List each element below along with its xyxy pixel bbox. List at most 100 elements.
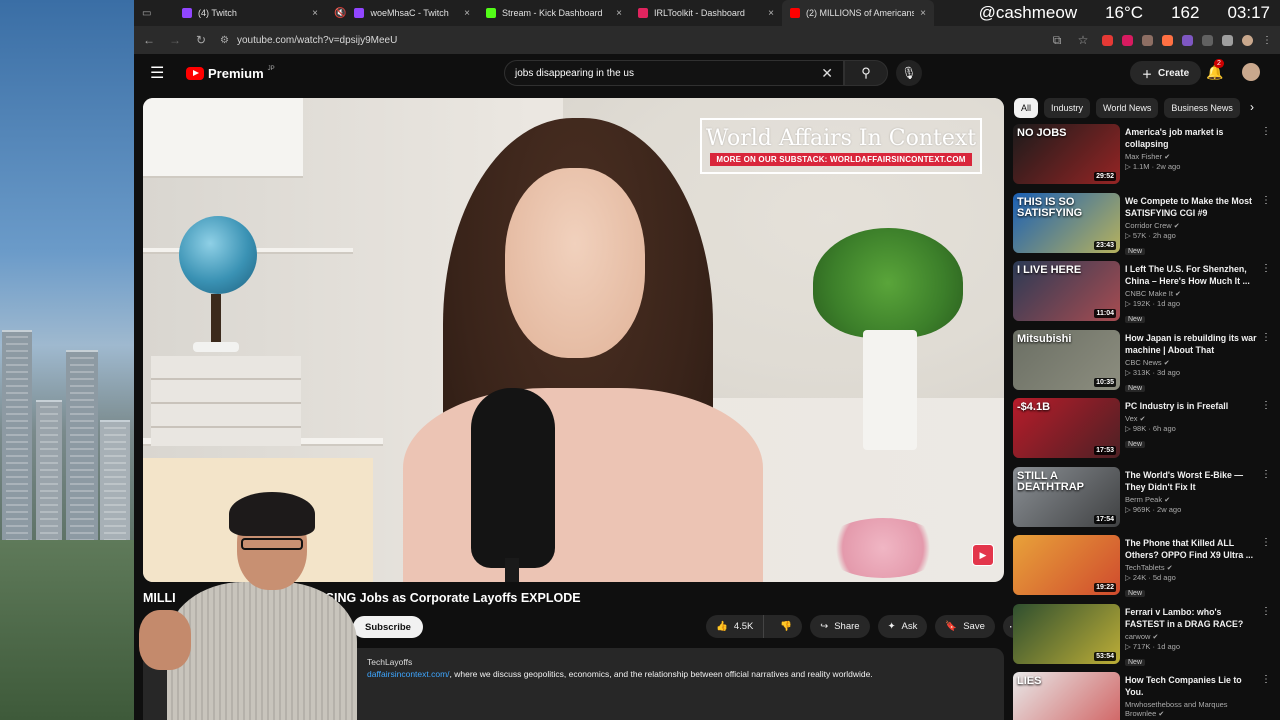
chip-all[interactable]: All	[1014, 98, 1039, 118]
tab-kick-dashboard[interactable]: Stream - Kick Dashboard ×	[478, 0, 630, 26]
close-tab-icon[interactable]: ×	[920, 8, 926, 19]
more-options-icon[interactable]: ⋮	[1261, 332, 1271, 343]
channel-name[interactable]: carwow ✔	[1125, 632, 1257, 641]
duration-badge: 17:54	[1094, 514, 1116, 524]
related-video-item[interactable]: -$4.1B 17:53 PC Industry is in Freefall Vex…	[1013, 398, 1275, 467]
related-video-item[interactable]: NO JOBS 29:52 America's job market is coll…	[1013, 124, 1275, 193]
extension-icon[interactable]	[1142, 34, 1153, 46]
hamburger-menu-icon[interactable]: ☰	[150, 63, 174, 83]
related-video-item[interactable]: 53:54 Ferrari v Lambo: who's FASTEST in a…	[1013, 603, 1275, 673]
cast-icon[interactable]: ⧉	[1050, 33, 1064, 48]
tab-overview-button[interactable]: ▭	[134, 0, 174, 26]
channel-name[interactable]: Corridor Crew ✔	[1125, 221, 1257, 230]
video-thumbnail[interactable]: 19:22	[1013, 535, 1120, 595]
video-thumbnail[interactable]: Mitsubishi 10:35	[1013, 329, 1120, 390]
chip-world-news[interactable]: World News	[1096, 98, 1159, 118]
host-face	[505, 168, 645, 358]
related-title[interactable]: PC Industry is in Freefall	[1125, 400, 1257, 412]
tab-twitch-channel[interactable]: 🔇 woeMhsaC - Twitch ×	[326, 0, 478, 26]
related-video-item[interactable]: STILL A DEATHTRAP 17:54 The World's Worst …	[1013, 466, 1275, 536]
tab-title: (4) Twitch	[198, 8, 237, 18]
close-tab-icon[interactable]: ×	[768, 8, 774, 19]
related-title[interactable]: We Compete to Make the Most SATISFYING C…	[1125, 195, 1257, 219]
profile-icon[interactable]	[1242, 34, 1253, 46]
related-title[interactable]: I Left The U.S. For Shenzhen, China – He…	[1125, 263, 1257, 287]
puzzle-icon[interactable]	[1202, 34, 1213, 46]
share-button[interactable]: ↪ Share	[810, 615, 870, 638]
extension-icon[interactable]	[1162, 34, 1173, 46]
more-options-icon[interactable]: ⋮	[1261, 606, 1271, 617]
play-icon: ▷	[1125, 641, 1131, 651]
video-thumbnail[interactable]: THIS IS SO SATISFYING 23:43	[1013, 192, 1120, 253]
tab-youtube-active[interactable]: (2) MILLIONS of Americans A... ×	[782, 0, 934, 26]
extension-icon[interactable]	[1182, 34, 1193, 46]
dislike-button[interactable]: 👎	[770, 615, 802, 638]
related-title[interactable]: The Phone that Killed ALL Others? OPPO F…	[1125, 537, 1257, 561]
related-title[interactable]: America's job market is collapsing	[1125, 126, 1257, 150]
tab-twitch[interactable]: (4) Twitch ×	[174, 0, 326, 26]
extension-icon[interactable]	[1102, 34, 1113, 46]
tab-irltoolkit[interactable]: IRLToolkit - Dashboard ×	[630, 0, 782, 26]
channel-name[interactable]: Max Fisher ✔	[1125, 152, 1257, 161]
thumbnail-caption: LIES	[1017, 675, 1042, 687]
url-field[interactable]: ⚙ youtube.com/watch?v=dpsijy9MeeU	[220, 35, 1038, 46]
chip-industry[interactable]: Industry	[1044, 98, 1091, 118]
channel-name[interactable]: TechTablets ✔	[1125, 563, 1257, 572]
related-video-item[interactable]: 19:22 The Phone that Killed ALL Others? O…	[1013, 535, 1275, 604]
channel-name[interactable]: Mrwhosetheboss and Marques Brownlee ✔	[1125, 700, 1257, 718]
clear-search-icon[interactable]: ✕	[821, 65, 833, 82]
site-info-icon[interactable]: ⚙	[220, 35, 229, 46]
video-thumbnail[interactable]: I LIVE HERE 11:04	[1013, 261, 1120, 321]
video-thumbnail[interactable]: -$4.1B 17:53	[1013, 398, 1120, 458]
video-thumbnail[interactable]: STILL A DEATHTRAP 17:54	[1013, 466, 1120, 527]
like-button[interactable]: 👍 4.5K	[706, 615, 765, 638]
media-icon[interactable]	[1222, 34, 1233, 46]
related-title[interactable]: How Japan is rebuilding its war machine …	[1125, 332, 1257, 356]
chevron-right-icon[interactable]: ›	[1250, 100, 1254, 114]
more-options-icon[interactable]: ⋮	[1261, 674, 1271, 685]
save-button[interactable]: 🔖 Save	[935, 615, 995, 638]
mute-icon[interactable]: 🔇	[334, 8, 346, 19]
search-button[interactable]: ⚲	[844, 60, 888, 86]
chip-business-news[interactable]: Business News	[1164, 98, 1240, 118]
search-input[interactable]: jobs disappearing in the us ✕	[504, 60, 844, 86]
more-options-icon[interactable]: ⋮	[1261, 469, 1271, 480]
more-options-icon[interactable]: ⋮	[1261, 263, 1271, 274]
bookmark-star-icon[interactable]: ☆	[1076, 33, 1090, 47]
related-title[interactable]: Ferrari v Lambo: who's FASTEST in a DRAG…	[1125, 606, 1257, 630]
back-icon[interactable]: ←	[142, 33, 156, 47]
extension-icon[interactable]	[1122, 34, 1133, 46]
reload-icon[interactable]: ↻	[194, 33, 208, 47]
youtube-premium-logo[interactable]: Premium JP	[186, 66, 275, 81]
notifications-button[interactable]: 🔔 2	[1206, 59, 1224, 81]
related-video-item[interactable]: THIS IS SO SATISFYING 23:43 We Compete to …	[1013, 192, 1275, 262]
more-options-icon[interactable]: ⋮	[1261, 400, 1271, 411]
channel-watermark-icon[interactable]: ▶	[972, 544, 994, 566]
tab-list-icon: ▭	[142, 7, 152, 19]
menu-icon[interactable]: ⋮	[1262, 35, 1272, 46]
more-options-icon[interactable]: ⋮	[1261, 195, 1271, 206]
close-tab-icon[interactable]: ×	[464, 8, 470, 19]
channel-name[interactable]: CNBC Make It ✔	[1125, 289, 1257, 298]
related-title[interactable]: How Tech Companies Lie to You.	[1125, 674, 1257, 698]
close-tab-icon[interactable]: ×	[312, 8, 318, 19]
channel-name[interactable]: Vex ✔	[1125, 414, 1257, 423]
related-video-item[interactable]: Mitsubishi 10:35 How Japan is rebuilding i…	[1013, 329, 1275, 399]
brand-subtitle: MORE ON OUR SUBSTACK: WORLDAFFAIRSINCONT…	[710, 153, 972, 166]
voice-search-button[interactable]: 🎙	[896, 60, 922, 86]
channel-name[interactable]: CBC News ✔	[1125, 358, 1257, 367]
avatar[interactable]	[1242, 63, 1260, 81]
more-options-icon[interactable]: ⋮	[1261, 126, 1271, 137]
forward-icon[interactable]: →	[168, 33, 182, 47]
video-thumbnail[interactable]: NO JOBS 29:52	[1013, 124, 1120, 184]
video-thumbnail[interactable]: LIES24:47	[1013, 672, 1120, 720]
close-tab-icon[interactable]: ×	[616, 8, 622, 19]
channel-name[interactable]: Berm Peak ✔	[1125, 495, 1257, 504]
related-video-item[interactable]: LIES24:47How Tech Companies Lie to You. M…	[1013, 672, 1275, 720]
related-video-item[interactable]: I LIVE HERE 11:04 I Left The U.S. For Shen…	[1013, 261, 1275, 330]
ask-button[interactable]: ✦ Ask	[877, 615, 928, 638]
related-title[interactable]: The World's Worst E-Bike — They Didn't F…	[1125, 469, 1257, 493]
create-button[interactable]: ＋ Create	[1130, 61, 1202, 85]
more-options-icon[interactable]: ⋮	[1261, 537, 1271, 548]
video-thumbnail[interactable]: 53:54	[1013, 603, 1120, 664]
